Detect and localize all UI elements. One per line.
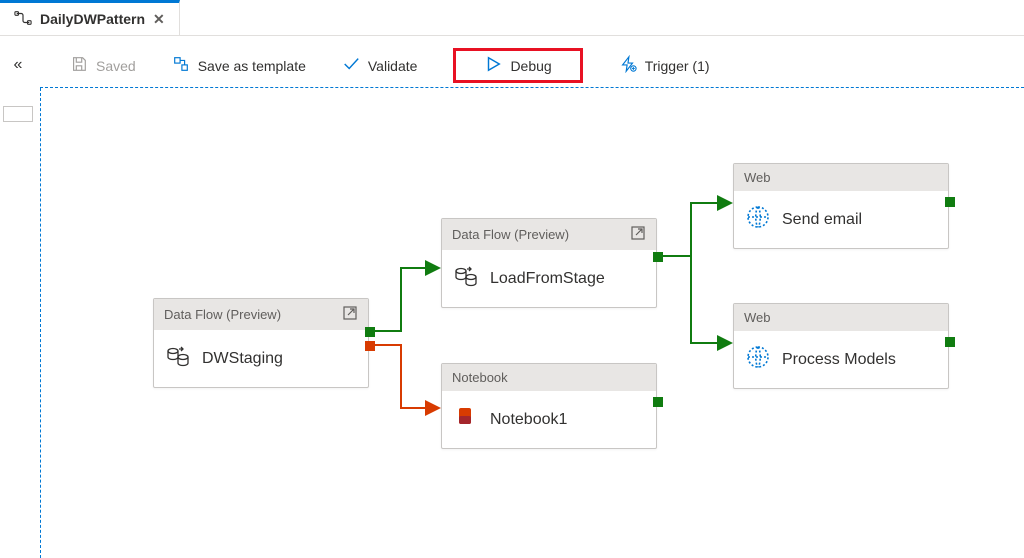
node-notebook1[interactable]: Notebook Notebook1 [441,363,657,449]
tab-bar: DailyDWPattern ✕ [0,0,1024,36]
node-title: Send email [782,211,862,229]
node-header: Web [734,304,948,331]
node-body: Notebook1 [442,391,656,448]
port-out-success[interactable] [945,197,955,207]
node-type-label: Web [744,170,771,185]
node-body: DWStaging [154,330,368,387]
dataflow-icon [166,344,190,373]
node-header: Web [734,164,948,191]
node-body: Send email [734,191,948,248]
debug-icon [484,55,502,76]
toolbar: Saved Save as template Validate Debug Tr… [40,44,1024,88]
save-icon [70,55,88,76]
dataflow-icon [454,264,478,293]
port-out-success[interactable] [945,337,955,347]
node-dwstaging[interactable]: Data Flow (Preview) DWStaging [153,298,369,388]
node-type-label: Web [744,310,771,325]
node-sendemail[interactable]: Web Send email [733,163,949,249]
pipeline-canvas[interactable]: Data Flow (Preview) DWStaging Data Flow … [40,88,1024,558]
validate-label: Validate [368,58,418,74]
node-header: Data Flow (Preview) [442,219,656,250]
left-rail: « [0,48,36,558]
validate-button[interactable]: Validate [342,55,418,76]
rail-placeholder [3,106,33,122]
node-type-label: Data Flow (Preview) [452,227,569,242]
node-body: LoadFromStage [442,250,656,307]
save-as-template-button[interactable]: Save as template [172,55,306,76]
open-icon[interactable] [630,225,646,244]
debug-highlight-box: Debug [453,48,582,83]
node-title: DWStaging [202,350,283,368]
web-icon [746,345,770,374]
open-icon[interactable] [342,305,358,324]
collapse-panel-button[interactable]: « [14,48,23,74]
template-icon [172,55,190,76]
trigger-label: Trigger (1) [645,58,710,74]
saved-label: Saved [96,58,136,74]
node-title: LoadFromStage [490,270,605,288]
node-loadfromstage[interactable]: Data Flow (Preview) LoadFromStage [441,218,657,308]
trigger-button[interactable]: Trigger (1) [619,55,710,76]
node-title: Process Models [782,351,896,369]
notebook-icon [454,405,478,434]
pipeline-icon [14,9,32,30]
node-title: Notebook1 [490,411,567,429]
tab-dailydwpattern[interactable]: DailyDWPattern ✕ [0,0,180,35]
port-out-success[interactable] [653,397,663,407]
debug-button[interactable]: Debug [484,55,551,76]
debug-label: Debug [510,58,551,74]
node-header: Data Flow (Preview) [154,299,368,330]
node-header: Notebook [442,364,656,391]
close-icon[interactable]: ✕ [153,11,165,28]
node-type-label: Notebook [452,370,508,385]
trigger-icon [619,55,637,76]
node-type-label: Data Flow (Preview) [164,307,281,322]
port-out-failure[interactable] [365,341,375,351]
web-icon [746,205,770,234]
tab-title: DailyDWPattern [40,11,145,27]
validate-icon [342,55,360,76]
node-body: Process Models [734,331,948,388]
port-out-success[interactable] [365,327,375,337]
saved-indicator: Saved [70,55,136,76]
port-out-success[interactable] [653,252,663,262]
save-template-label: Save as template [198,58,306,74]
node-processmodels[interactable]: Web Process Models [733,303,949,389]
